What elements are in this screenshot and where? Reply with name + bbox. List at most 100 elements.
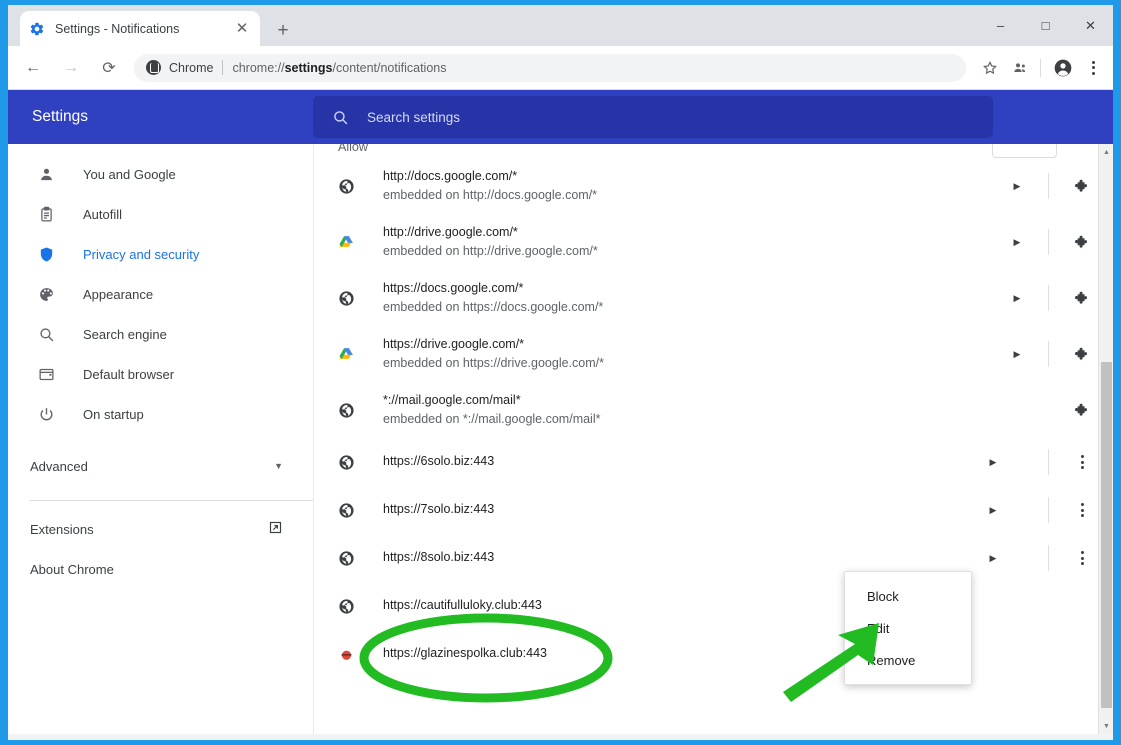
- sidebar-label: Default browser: [83, 366, 175, 382]
- page-title: Settings: [32, 108, 89, 125]
- address-url: chrome://settings/content/notifications: [232, 61, 446, 75]
- scroll-down-icon[interactable]: ▼: [1099, 718, 1113, 734]
- site-embedded: embedded on http://docs.google.com/*: [383, 188, 598, 202]
- three-dot-menu-icon[interactable]: [1065, 503, 1099, 517]
- three-dot-menu-icon[interactable]: [1065, 455, 1099, 469]
- sidebar-item-advanced[interactable]: Advanced ▼: [8, 444, 313, 488]
- sidebar-label: On startup: [83, 406, 144, 422]
- site-origin: https://8solo.biz:443: [383, 550, 495, 565]
- address-bar[interactable]: Chrome chrome://settings/content/notific…: [134, 53, 966, 82]
- globe-icon: [338, 550, 355, 567]
- url-bold: settings: [284, 60, 333, 75]
- sidebar-item-default-browser[interactable]: Default browser: [8, 354, 313, 394]
- vertical-scrollbar[interactable]: ▲ ▼: [1098, 144, 1113, 734]
- sidebar-item-autofill[interactable]: Autofill: [8, 194, 313, 234]
- browser-toolbar: ← → ⟳ Chrome chrome://settings/content/n…: [8, 46, 1113, 90]
- row-divider: [1048, 173, 1049, 199]
- sidebar-item-about-chrome[interactable]: About Chrome: [8, 549, 313, 589]
- sidebar-item-extensions[interactable]: Extensions: [8, 509, 313, 549]
- globe-icon: [338, 402, 355, 419]
- expand-arrow-icon[interactable]: ▶: [1002, 237, 1032, 248]
- chrome-browser-window: Settings - Notifications ✕ + – □ ✕ ← → ⟳…: [8, 5, 1113, 740]
- close-icon[interactable]: ✕: [233, 20, 251, 38]
- puzzle-piece-icon[interactable]: [1065, 234, 1099, 251]
- sidebar-label: About Chrome: [30, 561, 114, 577]
- minimize-button[interactable]: –: [978, 5, 1023, 46]
- expand-arrow-icon[interactable]: ▶: [978, 457, 1008, 468]
- maximize-button[interactable]: □: [1023, 5, 1068, 46]
- table-row[interactable]: https://cautifulluloky.club:443: [314, 582, 1099, 630]
- external-link-icon: [268, 520, 283, 538]
- sidebar-label: Search engine: [83, 326, 167, 342]
- table-row[interactable]: *://mail.google.com/mail* embedded on *:…: [314, 382, 1099, 438]
- add-site-button[interactable]: [992, 144, 1057, 158]
- three-dot-menu-icon[interactable]: [1079, 54, 1107, 82]
- site-text: https://drive.google.com/* embedded on h…: [383, 335, 1002, 374]
- puzzle-piece-icon[interactable]: [1065, 178, 1099, 195]
- sidebar-item-search-engine[interactable]: Search engine: [8, 314, 313, 354]
- row-divider: [1048, 341, 1049, 367]
- shield-icon: [36, 246, 56, 263]
- reload-icon[interactable]: ⟳: [94, 53, 124, 83]
- site-origin: https://cautifulluloky.club:443: [383, 598, 542, 613]
- table-row[interactable]: https://8solo.biz:443 ▶: [314, 534, 1099, 582]
- search-settings-box[interactable]: [313, 96, 993, 138]
- expand-arrow-icon[interactable]: ▶: [978, 553, 1008, 564]
- kebab-dots: [1080, 455, 1084, 469]
- kebab-dots: [1080, 551, 1084, 565]
- settings-gear-icon: [29, 21, 45, 37]
- table-row[interactable]: https://drive.google.com/* embedded on h…: [314, 326, 1099, 382]
- sidebar-item-privacy-and-security[interactable]: Privacy and security: [8, 234, 313, 274]
- scrollbar-thumb[interactable]: [1101, 362, 1112, 708]
- puzzle-piece-icon[interactable]: [1065, 402, 1099, 419]
- globe-icon: [338, 178, 355, 195]
- people-icon[interactable]: [1006, 54, 1034, 82]
- site-origin: http://docs.google.com/*: [383, 168, 518, 183]
- expand-arrow-icon[interactable]: ▶: [1002, 293, 1032, 304]
- address-scheme-label: Chrome: [169, 60, 214, 75]
- search-input[interactable]: [367, 109, 975, 125]
- table-row[interactable]: https://6solo.biz:443 ▶: [314, 438, 1099, 486]
- site-origin: https://docs.google.com/*: [383, 280, 524, 295]
- browser-tab-settings[interactable]: Settings - Notifications ✕: [20, 11, 260, 46]
- globe-icon: [338, 290, 355, 307]
- expand-arrow-icon[interactable]: ▶: [978, 505, 1008, 516]
- table-row[interactable]: https://docs.google.com/* embedded on ht…: [314, 270, 1099, 326]
- context-menu-item-edit[interactable]: Edit: [845, 612, 971, 644]
- puzzle-piece-icon[interactable]: [1065, 290, 1099, 307]
- three-dot-menu-icon[interactable]: [1065, 551, 1099, 565]
- site-embedded: embedded on https://drive.google.com/*: [383, 356, 604, 370]
- settings-sidebar: You and Google Autofill Privacy and secu…: [8, 144, 313, 734]
- avatar-icon[interactable]: [1049, 54, 1077, 82]
- context-menu-item-block[interactable]: Block: [845, 580, 971, 612]
- kebab-dots: [1091, 60, 1095, 75]
- site-text: https://8solo.biz:443: [383, 548, 978, 567]
- sidebar-label: Autofill: [83, 206, 123, 222]
- table-row[interactable]: http://docs.google.com/* embedded on htt…: [314, 158, 1099, 214]
- row-divider: [1048, 497, 1049, 523]
- window-controls: – □ ✕: [978, 5, 1113, 46]
- puzzle-piece-icon[interactable]: [1065, 346, 1099, 363]
- expand-arrow-icon[interactable]: ▶: [1002, 349, 1032, 360]
- site-permission-list: http://docs.google.com/* embedded on htt…: [314, 158, 1099, 734]
- table-row[interactable]: https://glazinespolka.club:443: [314, 630, 1099, 678]
- expand-arrow-icon[interactable]: ▶: [1002, 181, 1032, 192]
- google-drive-icon: [338, 346, 355, 363]
- sidebar-item-you-and-google[interactable]: You and Google: [8, 154, 313, 194]
- tab-title: Settings - Notifications: [55, 21, 180, 36]
- sidebar-item-on-startup[interactable]: On startup: [8, 394, 313, 434]
- person-icon: [36, 166, 56, 183]
- new-tab-icon[interactable]: +: [270, 17, 296, 43]
- sidebar-label: Privacy and security: [83, 246, 200, 262]
- site-origin: https://6solo.biz:443: [383, 454, 495, 469]
- scroll-up-icon[interactable]: ▲: [1099, 144, 1113, 160]
- sidebar-item-appearance[interactable]: Appearance: [8, 274, 313, 314]
- site-origin: https://glazinespolka.club:443: [383, 646, 547, 661]
- table-row[interactable]: https://7solo.biz:443 ▶: [314, 486, 1099, 534]
- forward-icon[interactable]: →: [56, 53, 86, 83]
- back-icon[interactable]: ←: [18, 53, 48, 83]
- close-window-button[interactable]: ✕: [1068, 5, 1113, 46]
- table-row[interactable]: http://drive.google.com/* embedded on ht…: [314, 214, 1099, 270]
- star-icon[interactable]: [976, 54, 1004, 82]
- context-menu-item-remove[interactable]: Remove: [845, 644, 971, 676]
